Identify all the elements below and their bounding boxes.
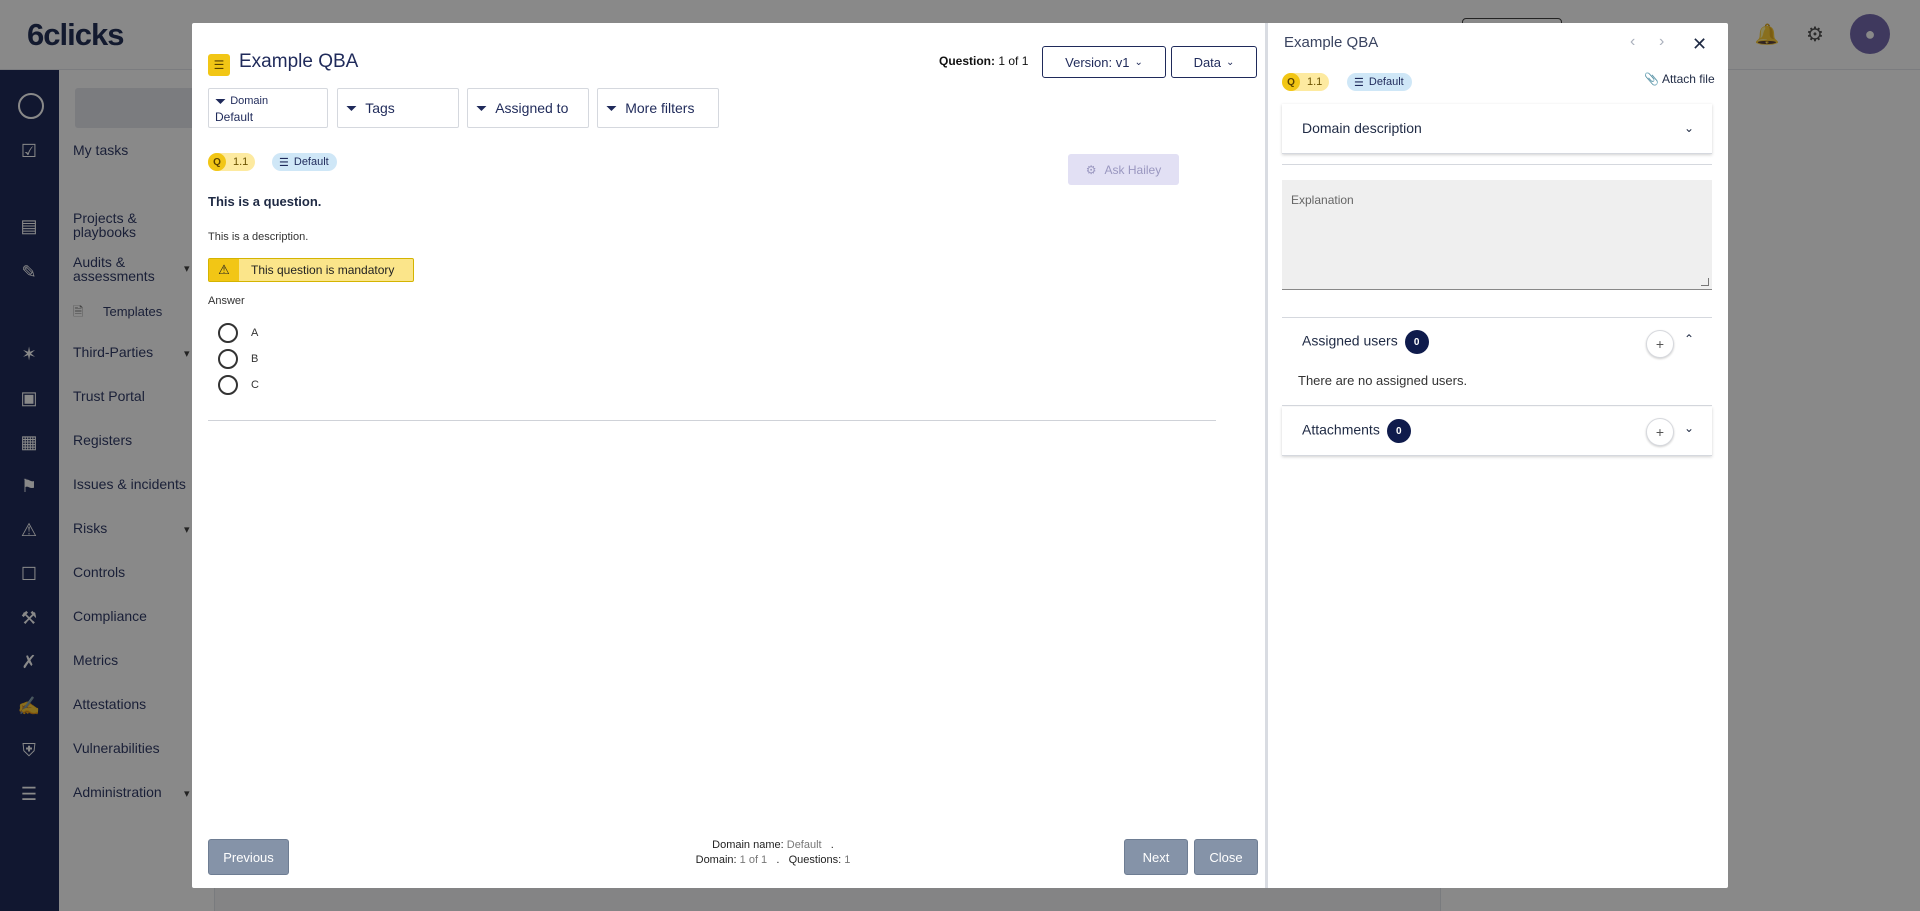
answer-option[interactable]: B: [218, 349, 258, 369]
question-counter: Question: 1 of 1: [939, 54, 1028, 68]
more-filters[interactable]: ⏷ More filters: [597, 88, 719, 128]
data-dropdown[interactable]: Data ⌄: [1171, 46, 1257, 78]
paperclip-icon: 📎: [1644, 72, 1659, 86]
domain-chip: ☰ Default: [272, 153, 337, 171]
detail-question-chip: Q 1.1: [1282, 73, 1330, 91]
section-divider: [1282, 164, 1712, 165]
chevron-up-icon[interactable]: ⌃: [1684, 332, 1694, 346]
question-counter-value: 1 of 1: [998, 54, 1029, 68]
questions-label: Questions:: [788, 854, 842, 866]
assigned-users-header[interactable]: Assigned users 0: [1302, 330, 1429, 354]
chevron-down-icon[interactable]: ⌄: [1684, 421, 1694, 435]
mandatory-text: This question is mandatory: [251, 263, 395, 277]
pane-divider[interactable]: [1265, 23, 1268, 888]
domain-label: Domain:: [695, 854, 737, 866]
domain-chip-label: Default: [293, 156, 329, 168]
domain-description-accordion[interactable]: Domain description ⌄: [1282, 104, 1712, 154]
radio-button[interactable]: [218, 323, 238, 343]
option-label: A: [251, 327, 259, 339]
ask-hailey-button[interactable]: ⚙ Ask Hailey: [1068, 154, 1179, 185]
question-number: 1.1: [233, 156, 249, 168]
assigned-users-accordion: Assigned users 0 + ⌃ There are no assign…: [1282, 318, 1712, 406]
ask-hailey-label: Ask Hailey: [1104, 162, 1162, 177]
chevron-down-icon[interactable]: ⌄: [1684, 121, 1694, 135]
data-label: Data: [1193, 54, 1222, 70]
filter-icon: ⏷: [476, 99, 488, 116]
assigned-users-count: 0: [1404, 330, 1429, 354]
assigned-to-filter-label: Assigned to: [495, 100, 569, 116]
explanation-textarea[interactable]: Explanation: [1282, 180, 1712, 290]
attachments-title: Attachments: [1302, 421, 1380, 438]
domain-name-label: Domain name:: [712, 839, 784, 851]
domain-name-value: Default: [786, 839, 822, 851]
layers-icon: ☰: [1354, 76, 1364, 89]
layers-icon: ☰: [279, 156, 289, 169]
tags-filter[interactable]: ⏷ Tags: [337, 88, 459, 128]
chevron-right-icon[interactable]: ›: [1659, 33, 1664, 51]
filter-icon: ⏷: [606, 99, 618, 116]
explanation-placeholder: Explanation: [1291, 193, 1354, 207]
version-label: Version: v1: [1065, 54, 1130, 70]
resize-handle-icon[interactable]: [1701, 278, 1709, 286]
radio-button[interactable]: [218, 375, 238, 395]
domain-filter-value: Default: [215, 109, 254, 124]
previous-button[interactable]: Previous: [208, 839, 289, 875]
mandatory-banner: ⚠ This question is mandatory: [208, 258, 414, 282]
chevron-down-icon: ⌄: [1134, 56, 1143, 68]
next-button[interactable]: Next: [1124, 839, 1188, 875]
question-modal: ☰ Example QBA Question: 1 of 1 Version: …: [192, 23, 1728, 888]
attachments-header[interactable]: Attachments 0: [1302, 419, 1411, 443]
close-button[interactable]: Close: [1194, 839, 1258, 875]
questions-value: 1: [844, 854, 851, 866]
questionnaire-icon: ☰: [208, 54, 230, 76]
attachments-accordion: Attachments 0 + ⌄: [1282, 407, 1712, 456]
answer-label: Answer: [208, 295, 245, 307]
detail-domain-chip-label: Default: [1368, 76, 1404, 88]
filter-icon: ⏷: [346, 99, 358, 116]
filter-icon: ⏷: [215, 92, 227, 109]
attach-file-button[interactable]: 📎 Attach file: [1644, 72, 1715, 86]
tags-filter-label: Tags: [365, 100, 395, 116]
question-text: This is a question.: [208, 194, 322, 209]
option-label: C: [251, 379, 259, 391]
domain-description-title: Domain description: [1302, 120, 1422, 136]
add-user-button[interactable]: +: [1646, 330, 1674, 358]
radio-button[interactable]: [218, 349, 238, 369]
attach-file-label: Attach file: [1661, 72, 1715, 86]
answer-option[interactable]: A: [218, 323, 258, 343]
section-divider: [208, 420, 1216, 421]
version-dropdown[interactable]: Version: v1 ⌄: [1042, 46, 1166, 78]
question-description: This is a description.: [208, 231, 309, 243]
option-label: B: [251, 353, 259, 365]
warning-icon: ⚠: [209, 259, 239, 281]
close-icon[interactable]: ✕: [1692, 34, 1707, 55]
footer-domain-info: Domain name: Default . Domain: 1 of 1 . …: [695, 839, 851, 866]
attachments-count: 0: [1386, 419, 1411, 443]
answer-option[interactable]: C: [218, 375, 259, 395]
detail-domain-chip: ☰ Default: [1347, 73, 1412, 91]
detail-q-badge: Q: [1282, 73, 1300, 91]
domain-value: 1 of 1: [739, 854, 768, 866]
more-filters-label: More filters: [625, 100, 695, 116]
robot-icon: ⚙: [1085, 162, 1097, 177]
question-q-badge: Q: [208, 153, 226, 171]
chevron-left-icon[interactable]: ‹: [1630, 33, 1635, 51]
chevron-down-icon: ⌄: [1226, 56, 1235, 68]
assigned-to-filter[interactable]: ⏷ Assigned to: [467, 88, 589, 128]
no-assigned-users-text: There are no assigned users.: [1298, 373, 1468, 388]
detail-title: Example QBA: [1284, 34, 1379, 51]
domain-filter[interactable]: ⏷ Domain Default: [208, 88, 328, 128]
add-attachment-button[interactable]: +: [1646, 418, 1674, 446]
assigned-users-title: Assigned users: [1302, 332, 1398, 349]
question-number-chip: Q 1.1: [208, 153, 256, 171]
modal-title: Example QBA: [239, 51, 359, 72]
question-counter-label: Question:: [939, 54, 995, 68]
detail-question-number: 1.1: [1307, 76, 1323, 88]
domain-filter-label: Domain: [230, 95, 269, 107]
